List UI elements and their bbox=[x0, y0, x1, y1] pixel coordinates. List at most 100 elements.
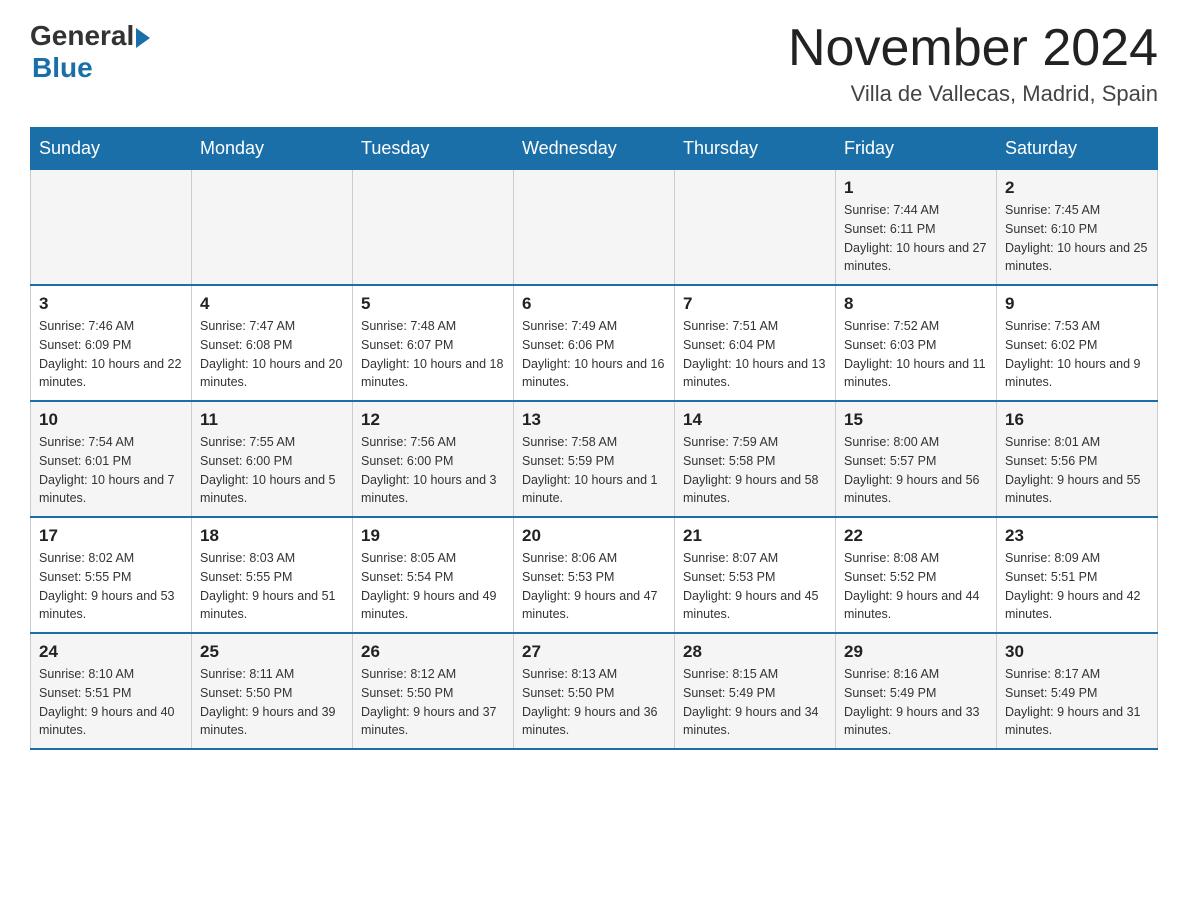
calendar-week-row: 1 Sunrise: 7:44 AM Sunset: 6:11 PM Daylig… bbox=[31, 170, 1158, 286]
calendar-cell: 11 Sunrise: 7:55 AM Sunset: 6:00 PM Dayli… bbox=[192, 401, 353, 517]
day-number: 11 bbox=[200, 410, 344, 430]
day-info: Sunrise: 7:55 AM Sunset: 6:00 PM Dayligh… bbox=[200, 433, 344, 508]
day-number: 14 bbox=[683, 410, 827, 430]
day-number: 8 bbox=[844, 294, 988, 314]
logo-arrow-icon bbox=[136, 28, 150, 48]
calendar-cell: 17Sunrise: 8:02 AM Sunset: 5:55 PM Dayli… bbox=[31, 517, 192, 633]
day-number: 19 bbox=[361, 526, 505, 546]
calendar-table: SundayMondayTuesdayWednesdayThursdayFrid… bbox=[30, 127, 1158, 750]
day-number: 1 bbox=[844, 178, 988, 198]
day-info: Sunrise: 8:00 AM Sunset: 5:57 PM Dayligh… bbox=[844, 433, 988, 508]
day-info: Sunrise: 8:17 AM Sunset: 5:49 PM Dayligh… bbox=[1005, 665, 1149, 740]
calendar-cell: 4Sunrise: 7:47 AM Sunset: 6:08 PM Daylig… bbox=[192, 285, 353, 401]
day-info: Sunrise: 7:49 AM Sunset: 6:06 PM Dayligh… bbox=[522, 317, 666, 392]
day-number: 12 bbox=[361, 410, 505, 430]
day-info: Sunrise: 8:01 AM Sunset: 5:56 PM Dayligh… bbox=[1005, 433, 1149, 508]
calendar-cell: 15 Sunrise: 8:00 AM Sunset: 5:57 PM Dayli… bbox=[836, 401, 997, 517]
weekday-header-monday: Monday bbox=[192, 128, 353, 170]
calendar-cell: 6 Sunrise: 7:49 AM Sunset: 6:06 PM Daylig… bbox=[514, 285, 675, 401]
day-info: Sunrise: 8:10 AM Sunset: 5:51 PM Dayligh… bbox=[39, 665, 183, 740]
page-header: General Blue November 2024 Villa de Vall… bbox=[30, 20, 1158, 107]
day-number: 20 bbox=[522, 526, 666, 546]
day-number: 17 bbox=[39, 526, 183, 546]
day-info: Sunrise: 8:09 AM Sunset: 5:51 PM Dayligh… bbox=[1005, 549, 1149, 624]
day-number: 29 bbox=[844, 642, 988, 662]
calendar-cell bbox=[353, 170, 514, 286]
calendar-cell: 29 Sunrise: 8:16 AM Sunset: 5:49 PM Dayli… bbox=[836, 633, 997, 749]
calendar-week-row: 17Sunrise: 8:02 AM Sunset: 5:55 PM Dayli… bbox=[31, 517, 1158, 633]
calendar-cell: 9 Sunrise: 7:53 AM Sunset: 6:02 PM Daylig… bbox=[997, 285, 1158, 401]
calendar-cell: 13 Sunrise: 7:58 AM Sunset: 5:59 PM Dayli… bbox=[514, 401, 675, 517]
calendar-week-row: 10 Sunrise: 7:54 AM Sunset: 6:01 PM Dayli… bbox=[31, 401, 1158, 517]
calendar-cell: 18 Sunrise: 8:03 AM Sunset: 5:55 PM Dayli… bbox=[192, 517, 353, 633]
day-info: Sunrise: 8:08 AM Sunset: 5:52 PM Dayligh… bbox=[844, 549, 988, 624]
day-info: Sunrise: 7:52 AM Sunset: 6:03 PM Dayligh… bbox=[844, 317, 988, 392]
calendar-cell: 22 Sunrise: 8:08 AM Sunset: 5:52 PM Dayli… bbox=[836, 517, 997, 633]
day-info: Sunrise: 7:46 AM Sunset: 6:09 PM Dayligh… bbox=[39, 317, 183, 392]
day-number: 9 bbox=[1005, 294, 1149, 314]
calendar-cell: 30 Sunrise: 8:17 AM Sunset: 5:49 PM Dayli… bbox=[997, 633, 1158, 749]
day-info: Sunrise: 7:54 AM Sunset: 6:01 PM Dayligh… bbox=[39, 433, 183, 508]
calendar-cell: 5 Sunrise: 7:48 AM Sunset: 6:07 PM Daylig… bbox=[353, 285, 514, 401]
day-number: 28 bbox=[683, 642, 827, 662]
calendar-cell: 24Sunrise: 8:10 AM Sunset: 5:51 PM Dayli… bbox=[31, 633, 192, 749]
weekday-header-tuesday: Tuesday bbox=[353, 128, 514, 170]
day-number: 27 bbox=[522, 642, 666, 662]
location-subtitle: Villa de Vallecas, Madrid, Spain bbox=[788, 81, 1158, 107]
calendar-cell: 25Sunrise: 8:11 AM Sunset: 5:50 PM Dayli… bbox=[192, 633, 353, 749]
weekday-header-wednesday: Wednesday bbox=[514, 128, 675, 170]
day-number: 10 bbox=[39, 410, 183, 430]
calendar-cell bbox=[31, 170, 192, 286]
day-info: Sunrise: 8:06 AM Sunset: 5:53 PM Dayligh… bbox=[522, 549, 666, 624]
calendar-cell: 10 Sunrise: 7:54 AM Sunset: 6:01 PM Dayli… bbox=[31, 401, 192, 517]
day-info: Sunrise: 7:51 AM Sunset: 6:04 PM Dayligh… bbox=[683, 317, 827, 392]
calendar-cell: 1 Sunrise: 7:44 AM Sunset: 6:11 PM Daylig… bbox=[836, 170, 997, 286]
header-right: November 2024 Villa de Vallecas, Madrid,… bbox=[788, 20, 1158, 107]
day-number: 16 bbox=[1005, 410, 1149, 430]
logo-general-text: General bbox=[30, 20, 134, 52]
calendar-cell: 16 Sunrise: 8:01 AM Sunset: 5:56 PM Dayli… bbox=[997, 401, 1158, 517]
day-info: Sunrise: 7:48 AM Sunset: 6:07 PM Dayligh… bbox=[361, 317, 505, 392]
day-number: 26 bbox=[361, 642, 505, 662]
calendar-cell: 26 Sunrise: 8:12 AM Sunset: 5:50 PM Dayli… bbox=[353, 633, 514, 749]
day-info: Sunrise: 7:58 AM Sunset: 5:59 PM Dayligh… bbox=[522, 433, 666, 508]
calendar-cell: 20 Sunrise: 8:06 AM Sunset: 5:53 PM Dayli… bbox=[514, 517, 675, 633]
day-number: 3 bbox=[39, 294, 183, 314]
weekday-header-thursday: Thursday bbox=[675, 128, 836, 170]
calendar-cell: 23Sunrise: 8:09 AM Sunset: 5:51 PM Dayli… bbox=[997, 517, 1158, 633]
calendar-header-row: SundayMondayTuesdayWednesdayThursdayFrid… bbox=[31, 128, 1158, 170]
day-info: Sunrise: 8:16 AM Sunset: 5:49 PM Dayligh… bbox=[844, 665, 988, 740]
day-number: 18 bbox=[200, 526, 344, 546]
day-info: Sunrise: 8:05 AM Sunset: 5:54 PM Dayligh… bbox=[361, 549, 505, 624]
calendar-cell: 3 Sunrise: 7:46 AM Sunset: 6:09 PM Daylig… bbox=[31, 285, 192, 401]
calendar-cell: 12 Sunrise: 7:56 AM Sunset: 6:00 PM Dayli… bbox=[353, 401, 514, 517]
day-info: Sunrise: 8:12 AM Sunset: 5:50 PM Dayligh… bbox=[361, 665, 505, 740]
calendar-cell: 19 Sunrise: 8:05 AM Sunset: 5:54 PM Dayli… bbox=[353, 517, 514, 633]
day-number: 6 bbox=[522, 294, 666, 314]
day-info: Sunrise: 7:47 AM Sunset: 6:08 PM Dayligh… bbox=[200, 317, 344, 392]
day-info: Sunrise: 8:13 AM Sunset: 5:50 PM Dayligh… bbox=[522, 665, 666, 740]
weekday-header-saturday: Saturday bbox=[997, 128, 1158, 170]
calendar-week-row: 24Sunrise: 8:10 AM Sunset: 5:51 PM Dayli… bbox=[31, 633, 1158, 749]
weekday-header-sunday: Sunday bbox=[31, 128, 192, 170]
calendar-cell: 8 Sunrise: 7:52 AM Sunset: 6:03 PM Daylig… bbox=[836, 285, 997, 401]
logo: General Blue bbox=[30, 20, 150, 84]
calendar-week-row: 3 Sunrise: 7:46 AM Sunset: 6:09 PM Daylig… bbox=[31, 285, 1158, 401]
day-number: 15 bbox=[844, 410, 988, 430]
day-info: Sunrise: 7:59 AM Sunset: 5:58 PM Dayligh… bbox=[683, 433, 827, 508]
day-number: 21 bbox=[683, 526, 827, 546]
day-info: Sunrise: 7:53 AM Sunset: 6:02 PM Dayligh… bbox=[1005, 317, 1149, 392]
calendar-cell: 21 Sunrise: 8:07 AM Sunset: 5:53 PM Dayli… bbox=[675, 517, 836, 633]
day-info: Sunrise: 8:11 AM Sunset: 5:50 PM Dayligh… bbox=[200, 665, 344, 740]
calendar-cell: 27 Sunrise: 8:13 AM Sunset: 5:50 PM Dayli… bbox=[514, 633, 675, 749]
day-info: Sunrise: 8:03 AM Sunset: 5:55 PM Dayligh… bbox=[200, 549, 344, 624]
day-number: 30 bbox=[1005, 642, 1149, 662]
day-info: Sunrise: 7:44 AM Sunset: 6:11 PM Dayligh… bbox=[844, 201, 988, 276]
day-number: 13 bbox=[522, 410, 666, 430]
day-number: 22 bbox=[844, 526, 988, 546]
calendar-cell: 14 Sunrise: 7:59 AM Sunset: 5:58 PM Dayli… bbox=[675, 401, 836, 517]
day-info: Sunrise: 7:45 AM Sunset: 6:10 PM Dayligh… bbox=[1005, 201, 1149, 276]
day-number: 5 bbox=[361, 294, 505, 314]
day-info: Sunrise: 7:56 AM Sunset: 6:00 PM Dayligh… bbox=[361, 433, 505, 508]
day-info: Sunrise: 8:07 AM Sunset: 5:53 PM Dayligh… bbox=[683, 549, 827, 624]
